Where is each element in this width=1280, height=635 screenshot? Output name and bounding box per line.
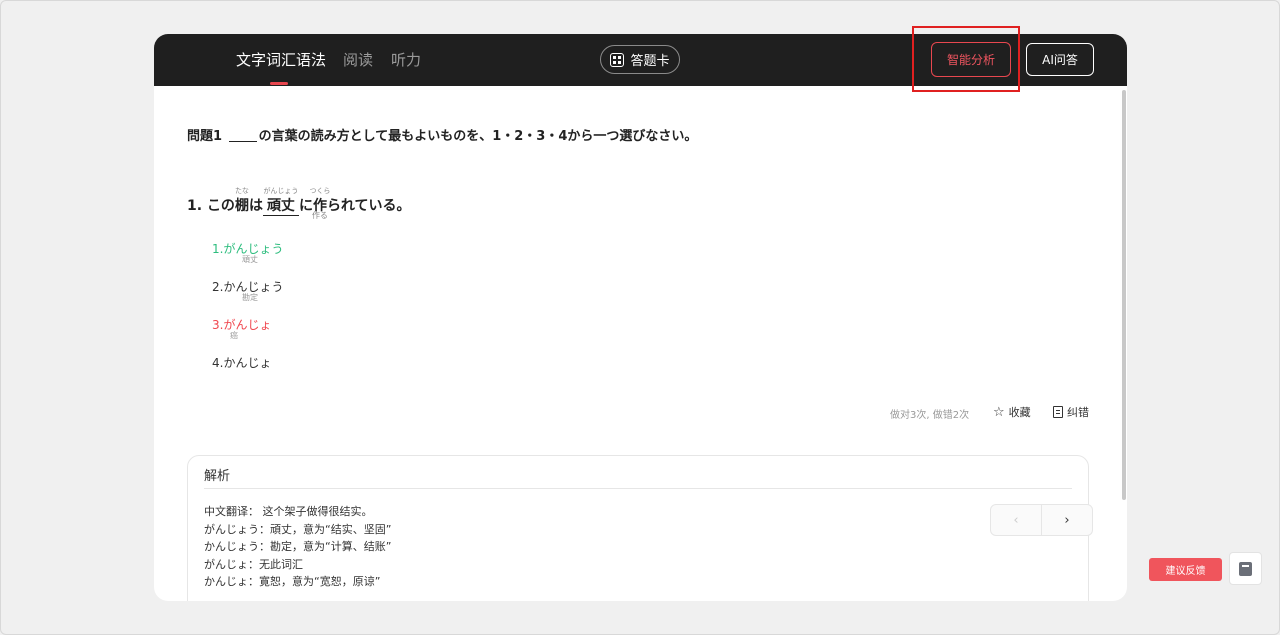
ruby-reading: つくら	[309, 187, 331, 195]
option-1[interactable]: 1.がんじょう 頑丈	[212, 240, 283, 264]
correction-label: 纠错	[1067, 406, 1089, 419]
blank-line	[228, 141, 257, 142]
sentence-part: に	[298, 198, 313, 214]
tab-reading[interactable]: 阅读	[343, 49, 373, 70]
option-2[interactable]: 2.かんじょう 勘定	[212, 278, 283, 302]
option-3[interactable]: 3.がんじょ 癌	[212, 316, 272, 340]
question-sentence: 1. この たな 棚は がんじょう 頑丈につくら作作る られている。	[187, 187, 411, 220]
analysis-line: 中文翻译： 这个架子做得很结实。	[204, 505, 373, 518]
next-question-button[interactable]: ›	[1042, 505, 1092, 535]
answer-card-label: 答题卡	[630, 54, 670, 69]
analysis-title: 解析	[204, 469, 231, 484]
attempt-stats: 做对3次, 做错2次	[890, 410, 970, 421]
analysis-line: かんじょう：勘定，意为“计算、结账”	[204, 540, 392, 553]
question-instruction-text: の言葉の読み方として最もよいものを、1・2・3・4から一つ選びなさい。	[258, 129, 698, 144]
analysis-content: 中文翻译： 这个架子做得很结实。 がんじょう：頑丈，意为“结实、坚固” かんじょ…	[204, 503, 391, 591]
option-kanji: 癌	[230, 331, 238, 340]
exam-card: 文字词汇语法 阅读 听力 答题卡 智能分析 AI问答 問題1 の言葉の読み方とし…	[154, 34, 1127, 601]
option-4[interactable]: 4.かんじょ	[212, 354, 271, 371]
notebook-button[interactable]	[1229, 552, 1262, 585]
analysis-line: がんじょう：頑丈，意为“结实、坚固”	[204, 522, 392, 536]
star-icon: ☆	[993, 404, 1005, 420]
previous-question-button[interactable]: ‹	[991, 505, 1042, 535]
top-navigation-bar: 文字词汇语法 阅读 听力 答题卡 智能分析 AI问答	[154, 34, 1127, 86]
target-word: がんじょう 頑丈	[262, 187, 299, 216]
ruby-base: 棚	[234, 198, 249, 214]
active-tab-indicator	[270, 82, 288, 85]
divider	[204, 488, 1072, 489]
ruby-base: 頑丈	[266, 198, 295, 214]
answer-card-button[interactable]: 答题卡	[600, 45, 680, 74]
correction-button[interactable]: 纠错	[1053, 404, 1089, 420]
sentence-part: この	[206, 198, 235, 214]
tab-listening[interactable]: 听力	[391, 49, 421, 70]
grid-icon	[610, 52, 625, 67]
question-instruction: 問題1 の言葉の読み方として最もよいものを、1・2・3・4から一つ選びなさい。	[187, 125, 697, 144]
option-kanji: 頑丈	[242, 255, 258, 264]
smart-analysis-button[interactable]: 智能分析	[931, 42, 1011, 77]
option-label: 4.かんじょ	[212, 356, 272, 370]
analysis-panel: 解析 中文翻译： 这个架子做得很结实。 がんじょう：頑丈，意为“结实、坚固” か…	[187, 455, 1089, 601]
option-kanji: 勘定	[242, 293, 258, 302]
feedback-button[interactable]: 建议反馈	[1149, 558, 1222, 581]
report-icon	[1053, 406, 1063, 418]
option-label: 3.がんじょ	[212, 318, 272, 332]
dictionary-form: 作る	[311, 211, 328, 220]
ruby-reading: たな	[234, 187, 249, 195]
ai-qa-button[interactable]: AI问答	[1026, 43, 1094, 76]
sentence-part: られている。	[326, 198, 411, 214]
ruby-word-shelf: たな棚	[234, 187, 249, 215]
notebook-icon	[1239, 561, 1252, 576]
analysis-line: かんじょ：寛恕，意为“宽恕，原谅”	[204, 575, 381, 588]
analysis-line: がんじょ：无此词汇	[204, 557, 303, 571]
question-pager: ‹ ›	[990, 504, 1093, 536]
sentence-part: は	[248, 198, 263, 214]
sentence-number: 1.	[187, 198, 203, 214]
vertical-scrollbar[interactable]	[1122, 90, 1126, 500]
favorite-button[interactable]: ☆ 收藏	[993, 404, 1031, 420]
ruby-reading: がんじょう	[263, 187, 299, 195]
favorite-label: 收藏	[1008, 406, 1031, 419]
question-number: 問題1	[187, 129, 223, 144]
tab-vocabulary-grammar[interactable]: 文字词汇语法	[236, 49, 326, 70]
ruby-word-make: つくら作作る	[309, 187, 330, 220]
